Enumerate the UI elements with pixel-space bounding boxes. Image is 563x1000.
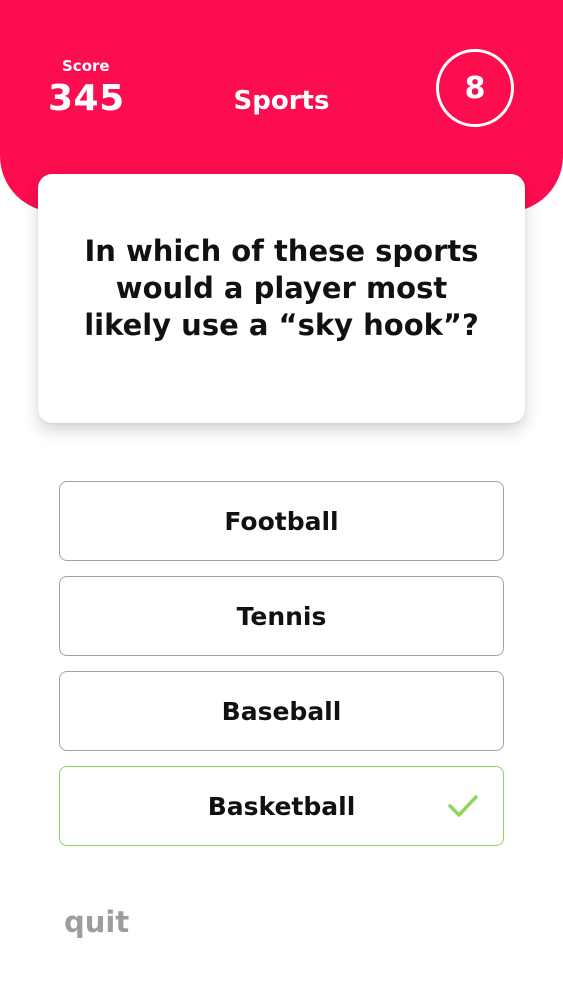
- answer-label: Tennis: [236, 601, 327, 631]
- question-card: In which of these sports would a player …: [38, 174, 525, 423]
- answer-option-football[interactable]: Football: [59, 481, 504, 561]
- answer-label: Basketball: [207, 791, 356, 821]
- answer-option-baseball[interactable]: Baseball: [59, 671, 504, 751]
- answer-label: Baseball: [221, 696, 342, 726]
- quit-button[interactable]: quit: [64, 905, 129, 939]
- answer-label: Football: [224, 506, 339, 536]
- answer-option-tennis[interactable]: Tennis: [59, 576, 504, 656]
- check-icon: [448, 795, 478, 817]
- timer-badge: 8: [436, 49, 514, 127]
- answer-option-basketball[interactable]: Basketball: [59, 766, 504, 846]
- question-text: In which of these sports would a player …: [84, 234, 479, 342]
- score-label: Score: [62, 57, 110, 75]
